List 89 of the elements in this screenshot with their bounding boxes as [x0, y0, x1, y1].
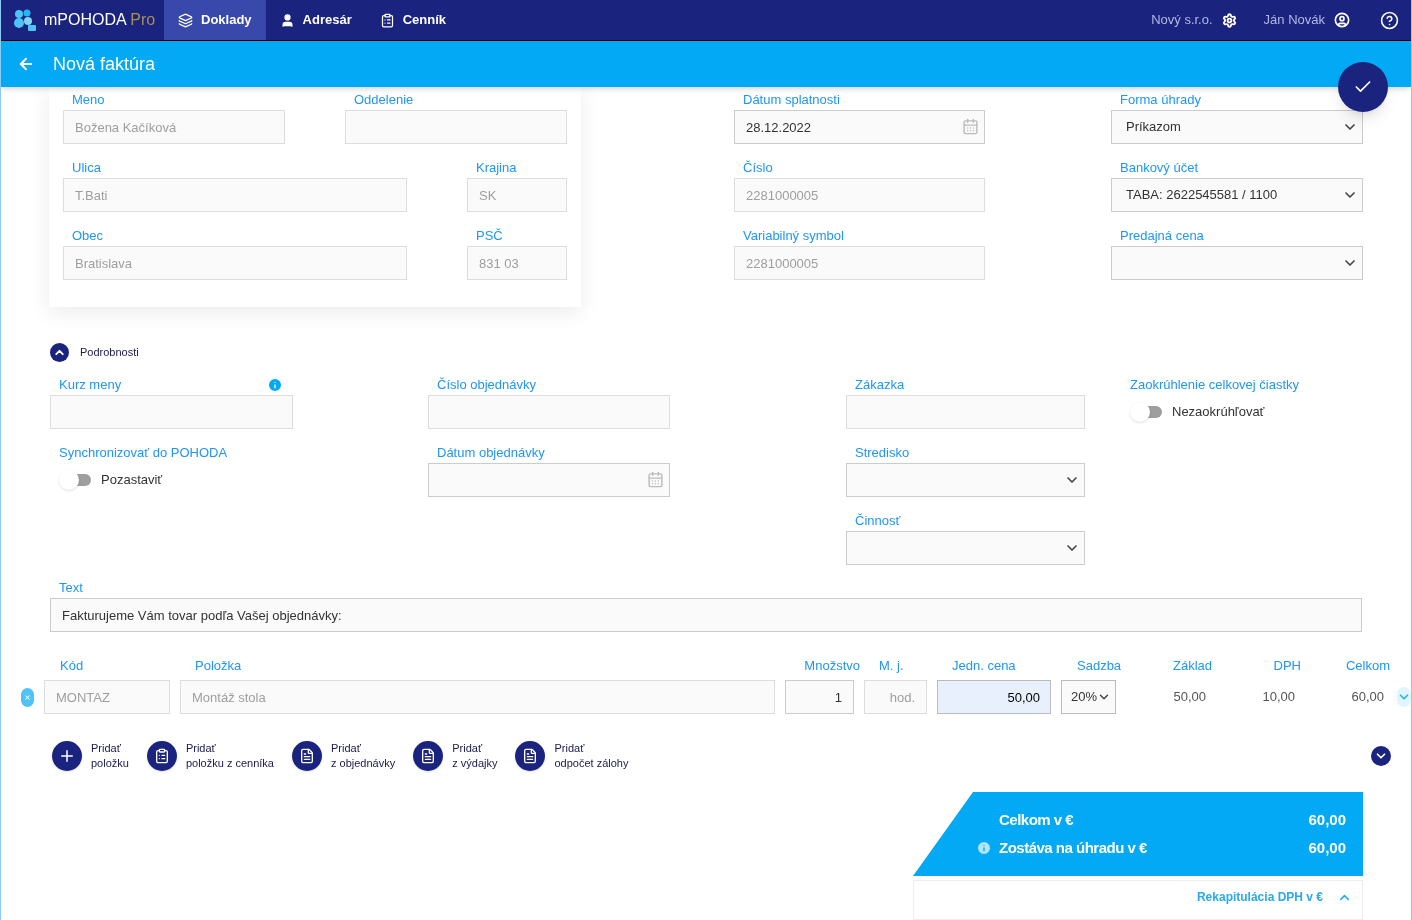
- field-label: Kurz meny: [59, 376, 122, 395]
- column-header: Kód: [59, 657, 85, 676]
- column-header: Položka: [194, 657, 243, 676]
- document-icon: [299, 748, 315, 764]
- user-icon[interactable]: [1334, 12, 1350, 28]
- table-cell-text: 60,00: [1350, 688, 1384, 707]
- column-header: Množstvo: [803, 657, 860, 676]
- stack-icon: [178, 12, 193, 28]
- add-action-button[interactable]: Pridať položku z cenníka: [146, 741, 274, 771]
- total-value: 60,00: [1308, 809, 1346, 830]
- plus-icon: [58, 747, 76, 765]
- toggle-switch[interactable]: [59, 470, 91, 490]
- remove-icon[interactable]: [21, 687, 34, 707]
- help-icon[interactable]: [1380, 10, 1399, 30]
- field-label: Činnosť: [855, 512, 901, 531]
- field-label: PSČ: [476, 227, 503, 246]
- field-label: Číslo: [743, 159, 773, 178]
- nav-tab[interactable]: Cenník: [365, 0, 461, 40]
- back-icon[interactable]: [17, 55, 35, 73]
- user-name[interactable]: Ján Novák: [1263, 10, 1325, 30]
- select-field[interactable]: TABA: 2622545581 / 1100: [1111, 178, 1363, 212]
- total-value: 60,00: [1308, 838, 1346, 858]
- add-action-button[interactable]: Pridať položku: [52, 741, 129, 771]
- field-label: Text: [59, 579, 83, 598]
- field-label: Synchronizovať do POHODA: [59, 444, 228, 463]
- column-header: Základ: [1171, 657, 1212, 676]
- field-label: Krajina: [476, 159, 517, 178]
- info-icon[interactable]: [976, 840, 992, 857]
- settings-icon[interactable]: [1221, 12, 1237, 28]
- text-field[interactable]: [50, 395, 293, 429]
- field-label: Stredisko: [855, 444, 910, 463]
- select-field[interactable]: Príkazom: [1111, 110, 1363, 144]
- calendar-icon[interactable]: [647, 471, 664, 488]
- column-header: Celkom: [1344, 657, 1390, 676]
- collapse-toggle[interactable]: [50, 342, 69, 362]
- clipboard-icon: [379, 12, 395, 28]
- field-label: Dátum objednávky: [437, 444, 545, 463]
- text-field[interactable]: [345, 110, 567, 144]
- select-field[interactable]: [1111, 246, 1363, 280]
- quantity-field[interactable]: 1: [785, 680, 854, 714]
- field-label: Zákazka: [855, 376, 905, 395]
- select-field[interactable]: [846, 463, 1085, 497]
- clipboard-icon: [153, 748, 170, 764]
- field-label: Číslo objednávky: [437, 376, 536, 395]
- add-action-button[interactable]: Pridať odpočet zálohy: [515, 741, 629, 771]
- date-field[interactable]: 28.12.2022: [734, 110, 985, 144]
- document-icon: [420, 748, 437, 764]
- company-name[interactable]: Nový s.r.o.: [1151, 10, 1213, 30]
- nav-tab[interactable]: Adresár: [265, 0, 366, 40]
- total-label: Celkom v €: [999, 809, 1074, 830]
- field-label: Ulica: [72, 159, 101, 178]
- logo-icon: [13, 9, 37, 31]
- add-action-button[interactable]: Pridať z objednávky: [292, 741, 396, 771]
- field-label: Predajná cena: [1120, 227, 1204, 246]
- toggle-switch[interactable]: [1130, 402, 1162, 422]
- page-title: Nová faktúra: [53, 52, 156, 76]
- field-label: Forma úhrady: [1120, 91, 1201, 110]
- more-toggle[interactable]: [1371, 746, 1391, 766]
- nav-tab[interactable]: Doklady: [164, 0, 266, 40]
- date-field[interactable]: [428, 463, 670, 497]
- user-icon: [279, 12, 295, 28]
- field-label: Oddelenie: [354, 91, 414, 110]
- table-cell-text: 50,00: [1172, 688, 1206, 707]
- toggle-label: Pozastaviť: [101, 471, 163, 490]
- field-label: Zaokrúhlenie celkovej čiastky: [1130, 376, 1300, 395]
- toggle-label: Nezaokrúhľovať: [1172, 403, 1265, 422]
- column-header: Sadzba: [1076, 657, 1122, 676]
- total-label: Zostáva na úhradu v €: [999, 838, 1147, 858]
- column-header: M. j.: [878, 657, 905, 676]
- unit-price-field[interactable]: 50,00: [937, 680, 1051, 714]
- row-expand-button[interactable]: [1397, 687, 1411, 707]
- select-field[interactable]: [846, 531, 1085, 565]
- text-field[interactable]: [846, 395, 1085, 429]
- field-label: Bankový účet: [1120, 159, 1199, 178]
- column-header: DPH: [1272, 657, 1301, 676]
- field-label: Obec: [72, 227, 104, 246]
- text-field[interactable]: Fakturujeme Vám tovar podľa Vašej objednávky:: [50, 598, 1362, 632]
- section-title: Podrobnosti: [80, 344, 139, 360]
- app-name: mPOHODA Pro: [44, 10, 156, 30]
- calendar-icon[interactable]: [962, 118, 979, 135]
- table-cell-text: 10,00: [1261, 688, 1295, 707]
- vat-rate-select[interactable]: 20%: [1061, 680, 1116, 714]
- field-label: Dátum splatnosti: [743, 91, 840, 110]
- field-label: Variabilný symbol: [743, 227, 844, 246]
- text-field[interactable]: [428, 395, 670, 429]
- column-header: Jedn. cena: [951, 657, 1017, 676]
- document-icon: [522, 748, 539, 764]
- add-action-button[interactable]: Pridať z výdajky: [413, 741, 498, 771]
- field-label: Meno: [72, 91, 105, 110]
